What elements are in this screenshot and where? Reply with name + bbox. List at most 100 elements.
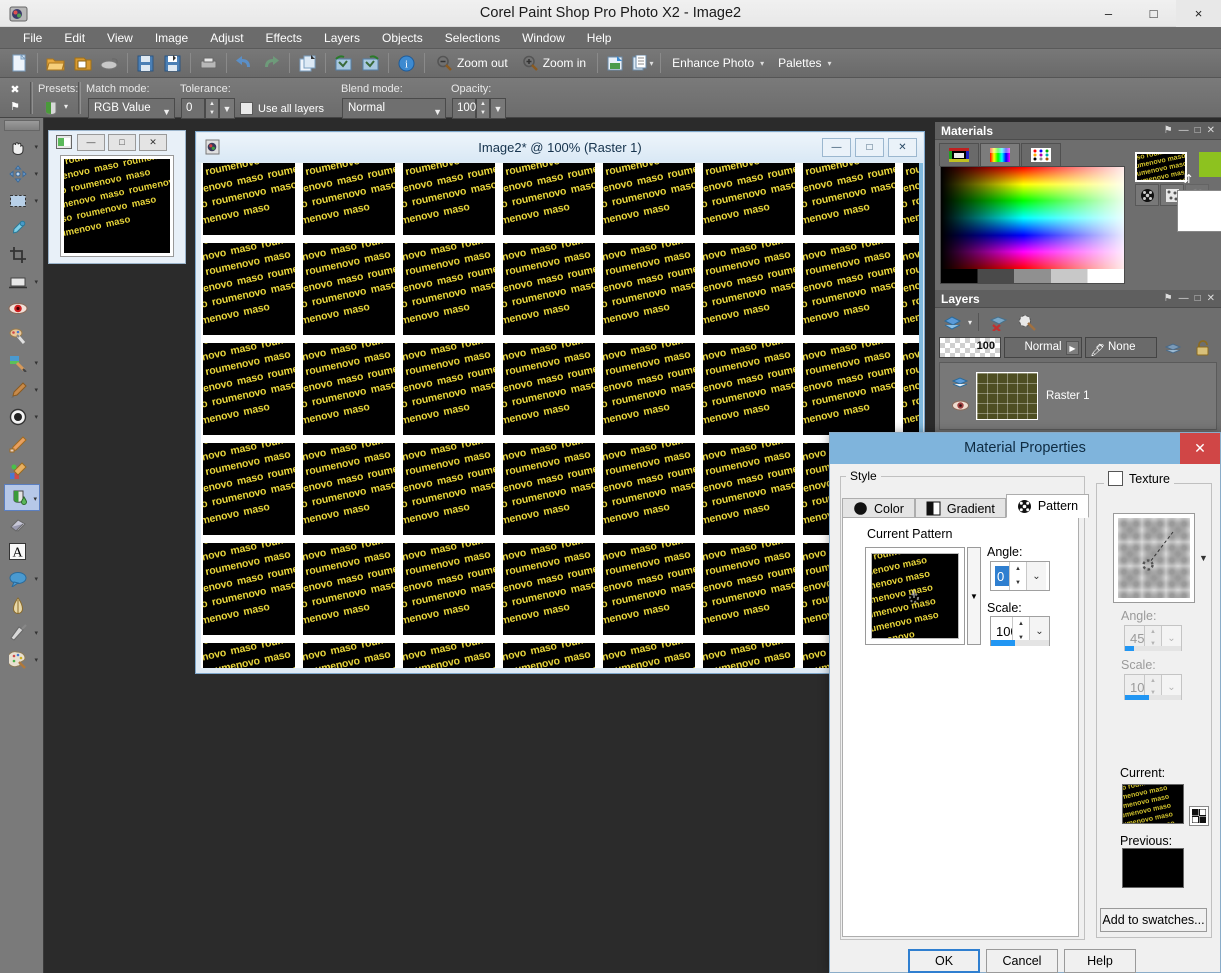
menu-edit[interactable]: Edit: [53, 29, 96, 47]
background-material-swatch[interactable]: [1177, 190, 1221, 232]
layer-group-icon[interactable]: [1160, 337, 1186, 359]
texture-dropdown-button[interactable]: ▼: [1199, 553, 1208, 563]
menu-adjust[interactable]: Adjust: [199, 29, 254, 47]
save-as-icon[interactable]: [159, 51, 186, 76]
texture-preview-box[interactable]: [1113, 513, 1195, 603]
materials-close-icon[interactable]: ✕: [1207, 125, 1215, 136]
save-icon[interactable]: [132, 51, 159, 76]
warp-brush-tool[interactable]: ▾: [4, 619, 40, 646]
materials-maximize-icon[interactable]: □: [1195, 125, 1201, 136]
pattern-angle-value[interactable]: [995, 566, 1009, 586]
new-layer-caret[interactable]: ▾: [968, 318, 972, 327]
maximize-button[interactable]: □: [1131, 0, 1176, 27]
red-eye-tool[interactable]: [4, 295, 40, 322]
palette-tool[interactable]: ▾: [4, 646, 40, 673]
copy-paste-icon[interactable]: ▾: [629, 51, 656, 76]
tolerance-input[interactable]: 0: [181, 98, 205, 119]
layer-blend-chevron-icon[interactable]: ▶: [1066, 341, 1079, 355]
preset-caret[interactable]: ▾: [64, 102, 68, 111]
selection-tool[interactable]: ▾: [4, 187, 40, 214]
rotate-right-icon[interactable]: [357, 51, 384, 76]
opacity-stepper[interactable]: ▲ ▼: [476, 98, 490, 119]
layer-properties-icon[interactable]: [1014, 311, 1041, 333]
menu-objects[interactable]: Objects: [371, 29, 434, 47]
menu-layers[interactable]: Layers: [313, 29, 371, 47]
foreground-material-swatch[interactable]: maso roumenovo maso roumenovo maso roume…: [1135, 152, 1187, 182]
scanner-icon[interactable]: [96, 51, 123, 76]
ok-button[interactable]: OK: [908, 949, 980, 973]
materials-rainbow-tab[interactable]: [980, 143, 1020, 166]
straighten-tool-caret[interactable]: ▾: [34, 278, 38, 286]
layer-visibility-eye-icon[interactable]: [948, 394, 972, 416]
airbrush-tool[interactable]: ▾: [4, 403, 40, 430]
zoom-out-button[interactable]: Zoom out: [429, 51, 515, 76]
thumbnail-close-button[interactable]: ✕: [139, 133, 167, 151]
layer-row[interactable]: Raster 1: [946, 368, 1214, 424]
paint-brush-tool-caret[interactable]: ▾: [34, 386, 38, 394]
palette-tool-caret[interactable]: ▾: [34, 656, 38, 664]
paint-brush-tool[interactable]: ▾: [4, 376, 40, 403]
crop-tool[interactable]: [4, 241, 40, 268]
texture-checkbox[interactable]: [1108, 471, 1123, 486]
open-icon[interactable]: [42, 51, 69, 76]
color-picker-gradient[interactable]: [940, 166, 1125, 284]
image-canvas[interactable]: maso roumenovo maso roumenovo maso roume…: [201, 163, 919, 668]
layer-link-select[interactable]: 🖊 None: [1085, 337, 1157, 358]
foreground-solid-color[interactable]: [1199, 152, 1221, 177]
airbrush-tool-caret[interactable]: ▾: [34, 413, 38, 421]
eraser-tool[interactable]: [4, 511, 40, 538]
image-info-icon[interactable]: i: [393, 51, 420, 76]
copy-paste-caret[interactable]: ▾: [650, 59, 654, 68]
texture-checkbox-row[interactable]: Texture: [1104, 471, 1174, 486]
image-close-button[interactable]: ✕: [888, 138, 917, 157]
zoom-tool[interactable]: ▾: [4, 160, 40, 187]
help-button[interactable]: Help: [1064, 949, 1136, 973]
color-replacer-tool[interactable]: [4, 457, 40, 484]
color-tab[interactable]: Color: [842, 498, 915, 518]
pattern-angle-stepper[interactable]: ▲ ▼: [1009, 562, 1026, 590]
duplicate-icon[interactable]: [294, 51, 321, 76]
color-spectrum-area[interactable]: [941, 167, 1124, 270]
pan-tool-caret[interactable]: ▾: [34, 143, 38, 151]
new-icon[interactable]: [6, 51, 33, 76]
opacity-slider-dropdown[interactable]: ▼: [490, 98, 506, 119]
layer-blend-mode-select[interactable]: Normal ▶: [1004, 337, 1082, 358]
menu-image[interactable]: Image: [144, 29, 199, 47]
materials-frame-tab[interactable]: [939, 143, 979, 166]
undo-icon[interactable]: [231, 51, 258, 76]
layers-maximize-icon[interactable]: □: [1195, 293, 1201, 304]
close-button[interactable]: ×: [1176, 0, 1221, 27]
menu-file[interactable]: File: [12, 29, 53, 47]
gradient-tab[interactable]: Gradient: [914, 498, 1006, 518]
swap-colors-icon[interactable]: ⇵: [1182, 172, 1192, 186]
redo-icon[interactable]: [258, 51, 285, 76]
selection-tool-caret[interactable]: ▾: [34, 197, 38, 205]
thumbnail-restore-button[interactable]: □: [108, 133, 136, 151]
pattern-scale-slider[interactable]: [991, 640, 1049, 646]
menu-selections[interactable]: Selections: [434, 29, 511, 47]
new-layer-icon[interactable]: [939, 311, 965, 333]
layer-opacity-field[interactable]: 100: [939, 337, 1001, 358]
thumbnail-minimize-button[interactable]: —: [77, 133, 105, 151]
blend-mode-select[interactable]: Normal ▼: [342, 98, 446, 119]
flood-fill-tool[interactable]: ▾: [4, 484, 40, 511]
menu-view[interactable]: View: [96, 29, 144, 47]
use-all-layers-checkbox[interactable]: [240, 102, 253, 115]
pan-tool[interactable]: ▾: [4, 133, 40, 160]
pattern-dropdown-button[interactable]: ▼: [967, 547, 981, 645]
makeover-tool[interactable]: [4, 322, 40, 349]
tolerance-stepper[interactable]: ▲ ▼: [205, 98, 219, 119]
rotate-left-icon[interactable]: [330, 51, 357, 76]
materials-minimize-icon[interactable]: —: [1179, 125, 1189, 136]
layer-lock-icon[interactable]: [1189, 337, 1215, 359]
image-window-titlebar[interactable]: Image2* @ 100% (Raster 1) — □ ✕: [197, 133, 923, 162]
clone-brush-tool-caret[interactable]: ▾: [34, 359, 38, 367]
menu-window[interactable]: Window: [511, 29, 576, 47]
layers-close-icon[interactable]: ✕: [1207, 293, 1215, 304]
grayscale-strip[interactable]: [941, 269, 1124, 283]
delete-layer-icon[interactable]: [985, 311, 1012, 333]
material-properties-close-button[interactable]: ✕: [1180, 433, 1220, 464]
cancel-button[interactable]: Cancel: [986, 949, 1058, 973]
warp-brush-tool-caret[interactable]: ▾: [34, 629, 38, 637]
preset-shape-tool[interactable]: ▾: [4, 565, 40, 592]
